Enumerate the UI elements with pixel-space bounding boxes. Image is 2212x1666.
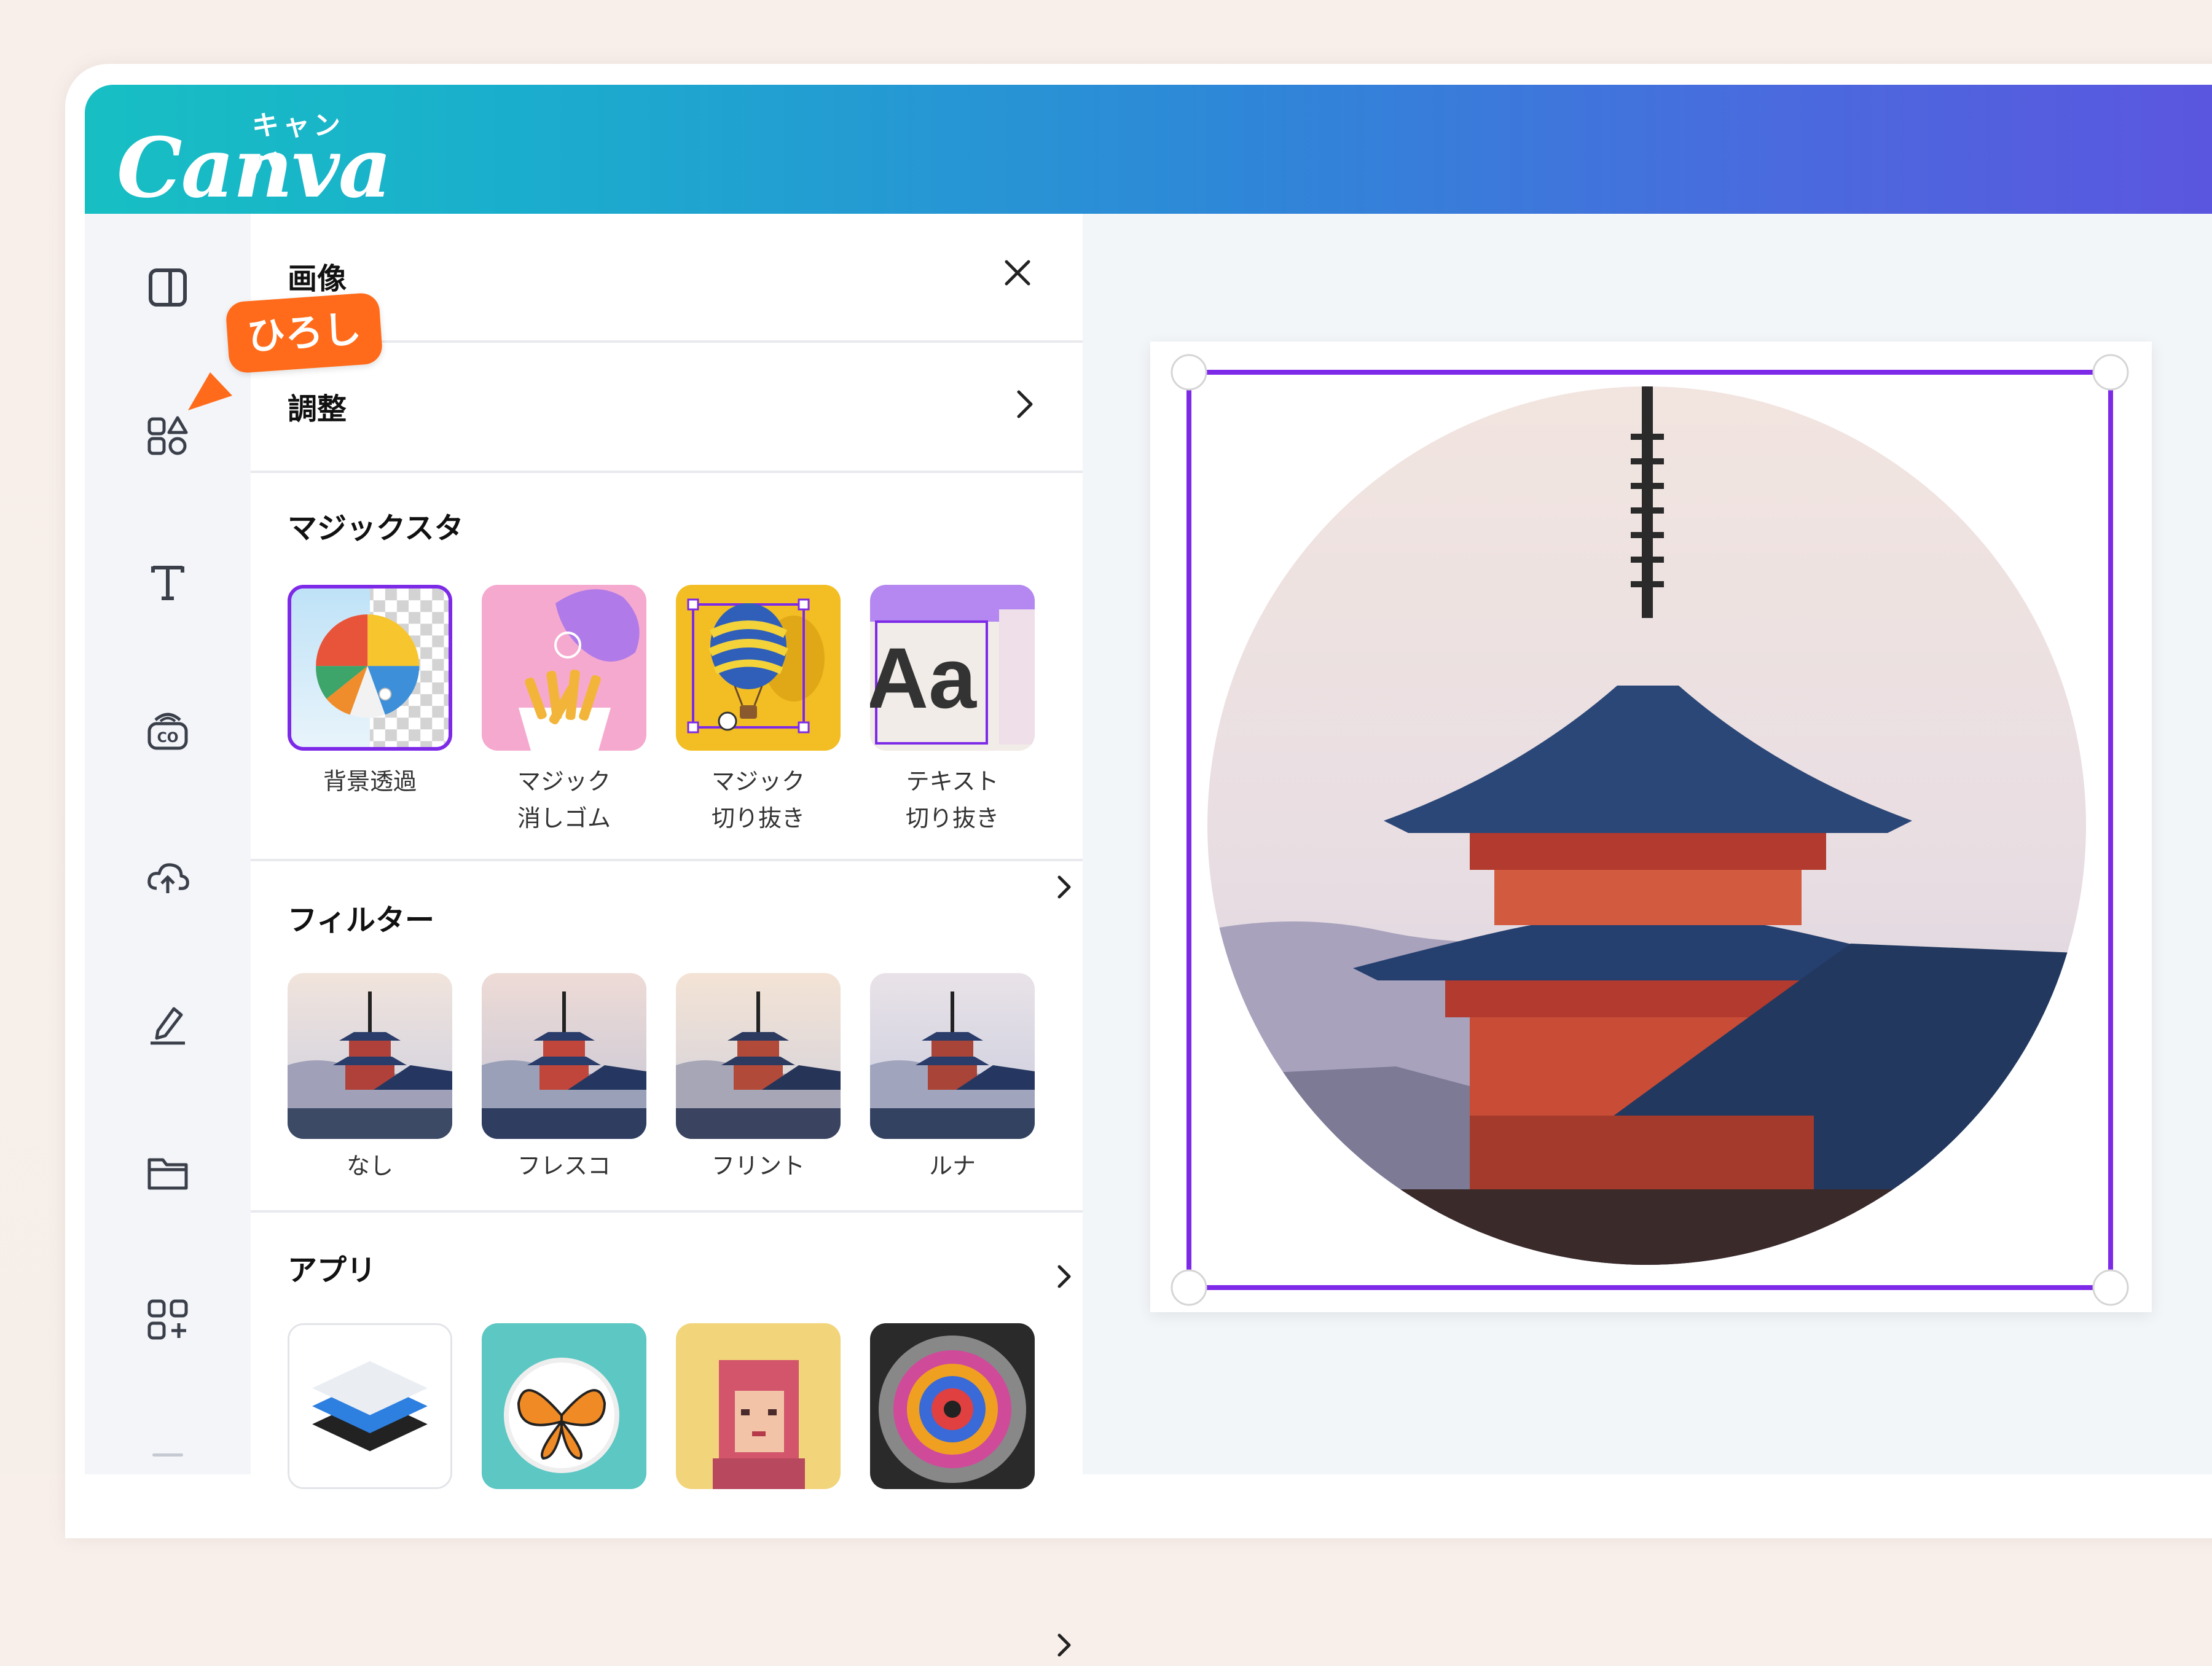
apps-scroll-right-icon[interactable] — [1052, 1627, 1077, 1664]
design-page[interactable] — [1150, 342, 2152, 1312]
resize-handle[interactable] — [1171, 354, 1207, 391]
text-grab-thumb[interactable]: Aa — [870, 585, 1035, 751]
svg-text:Aa: Aa — [870, 630, 977, 726]
layout-icon[interactable] — [143, 263, 192, 312]
divider — [251, 471, 1083, 473]
divider — [251, 1210, 1083, 1213]
filter-label: フレスコ — [517, 1152, 611, 1179]
app-tile-swirl[interactable] — [870, 1323, 1035, 1489]
magic-item-label: マジック 切り抜き — [711, 768, 805, 832]
rail-more-indicator — [152, 1453, 183, 1457]
filters-scroll-right-icon[interactable] — [1052, 1258, 1077, 1295]
app-tile-pixel-art[interactable] — [676, 1323, 841, 1489]
filter-label: ルナ — [928, 1152, 976, 1179]
filter-label: フリント — [711, 1152, 805, 1179]
divider — [251, 859, 1083, 861]
magic-scroll-right-icon[interactable] — [1052, 869, 1077, 905]
collaborator-pointer-icon — [188, 372, 232, 410]
app-tile-butterfly[interactable] — [482, 1323, 646, 1489]
apps-icon[interactable] — [143, 1295, 192, 1344]
folder-icon[interactable] — [143, 1148, 192, 1197]
draw-icon[interactable] — [143, 1000, 192, 1049]
edit-image-panel: 画像 調整 マジックスタ Aa 背景透過 マジック 消しゴム マジック 切り抜き… — [251, 214, 1083, 1657]
filter-thumb[interactable] — [676, 973, 841, 1139]
chevron-right-icon[interactable] — [1006, 386, 1043, 423]
header-bar: キャンバ Canva — [85, 85, 2212, 216]
adjust-row-label[interactable]: 調整 — [288, 385, 347, 428]
panel-title: 画像 — [288, 262, 347, 296]
magic-grab-thumb[interactable] — [676, 585, 841, 751]
magic-eraser-thumb[interactable] — [482, 585, 646, 751]
filter-thumb[interactable] — [870, 973, 1035, 1139]
apps-heading: アプリ — [288, 1253, 377, 1288]
app-tile-layers[interactable] — [288, 1323, 452, 1489]
filter-thumb[interactable] — [288, 973, 452, 1139]
bg-remover-thumb[interactable] — [288, 585, 452, 751]
magic-item-label: 背景透過 — [323, 768, 417, 795]
collaborator-cursor-badge: ひろし — [225, 292, 383, 374]
magic-item-label: テキスト 切り抜き — [905, 768, 999, 832]
filter-label: なし — [346, 1152, 393, 1179]
resize-handle[interactable] — [2092, 354, 2129, 391]
filters-heading: フィルター — [288, 903, 435, 937]
brand-icon[interactable]: CO — [143, 705, 192, 754]
resize-handle[interactable] — [1171, 1269, 1207, 1306]
canva-logo[interactable]: キャンバ Canva — [117, 103, 392, 216]
svg-text:CO: CO — [157, 730, 179, 746]
text-icon[interactable] — [143, 558, 192, 607]
elements-icon[interactable] — [143, 410, 192, 460]
magic-item-label: マジック 消しゴム — [517, 768, 611, 832]
close-icon[interactable] — [999, 254, 1036, 291]
resize-handle[interactable] — [2092, 1269, 2129, 1306]
selected-image[interactable] — [1150, 342, 2152, 1312]
filter-thumb[interactable] — [482, 973, 646, 1139]
logo-word: Canva — [117, 119, 392, 216]
upload-icon[interactable] — [143, 853, 192, 902]
magic-studio-heading: マジックスタ — [288, 511, 464, 546]
design-canvas-area — [1083, 214, 2212, 1474]
